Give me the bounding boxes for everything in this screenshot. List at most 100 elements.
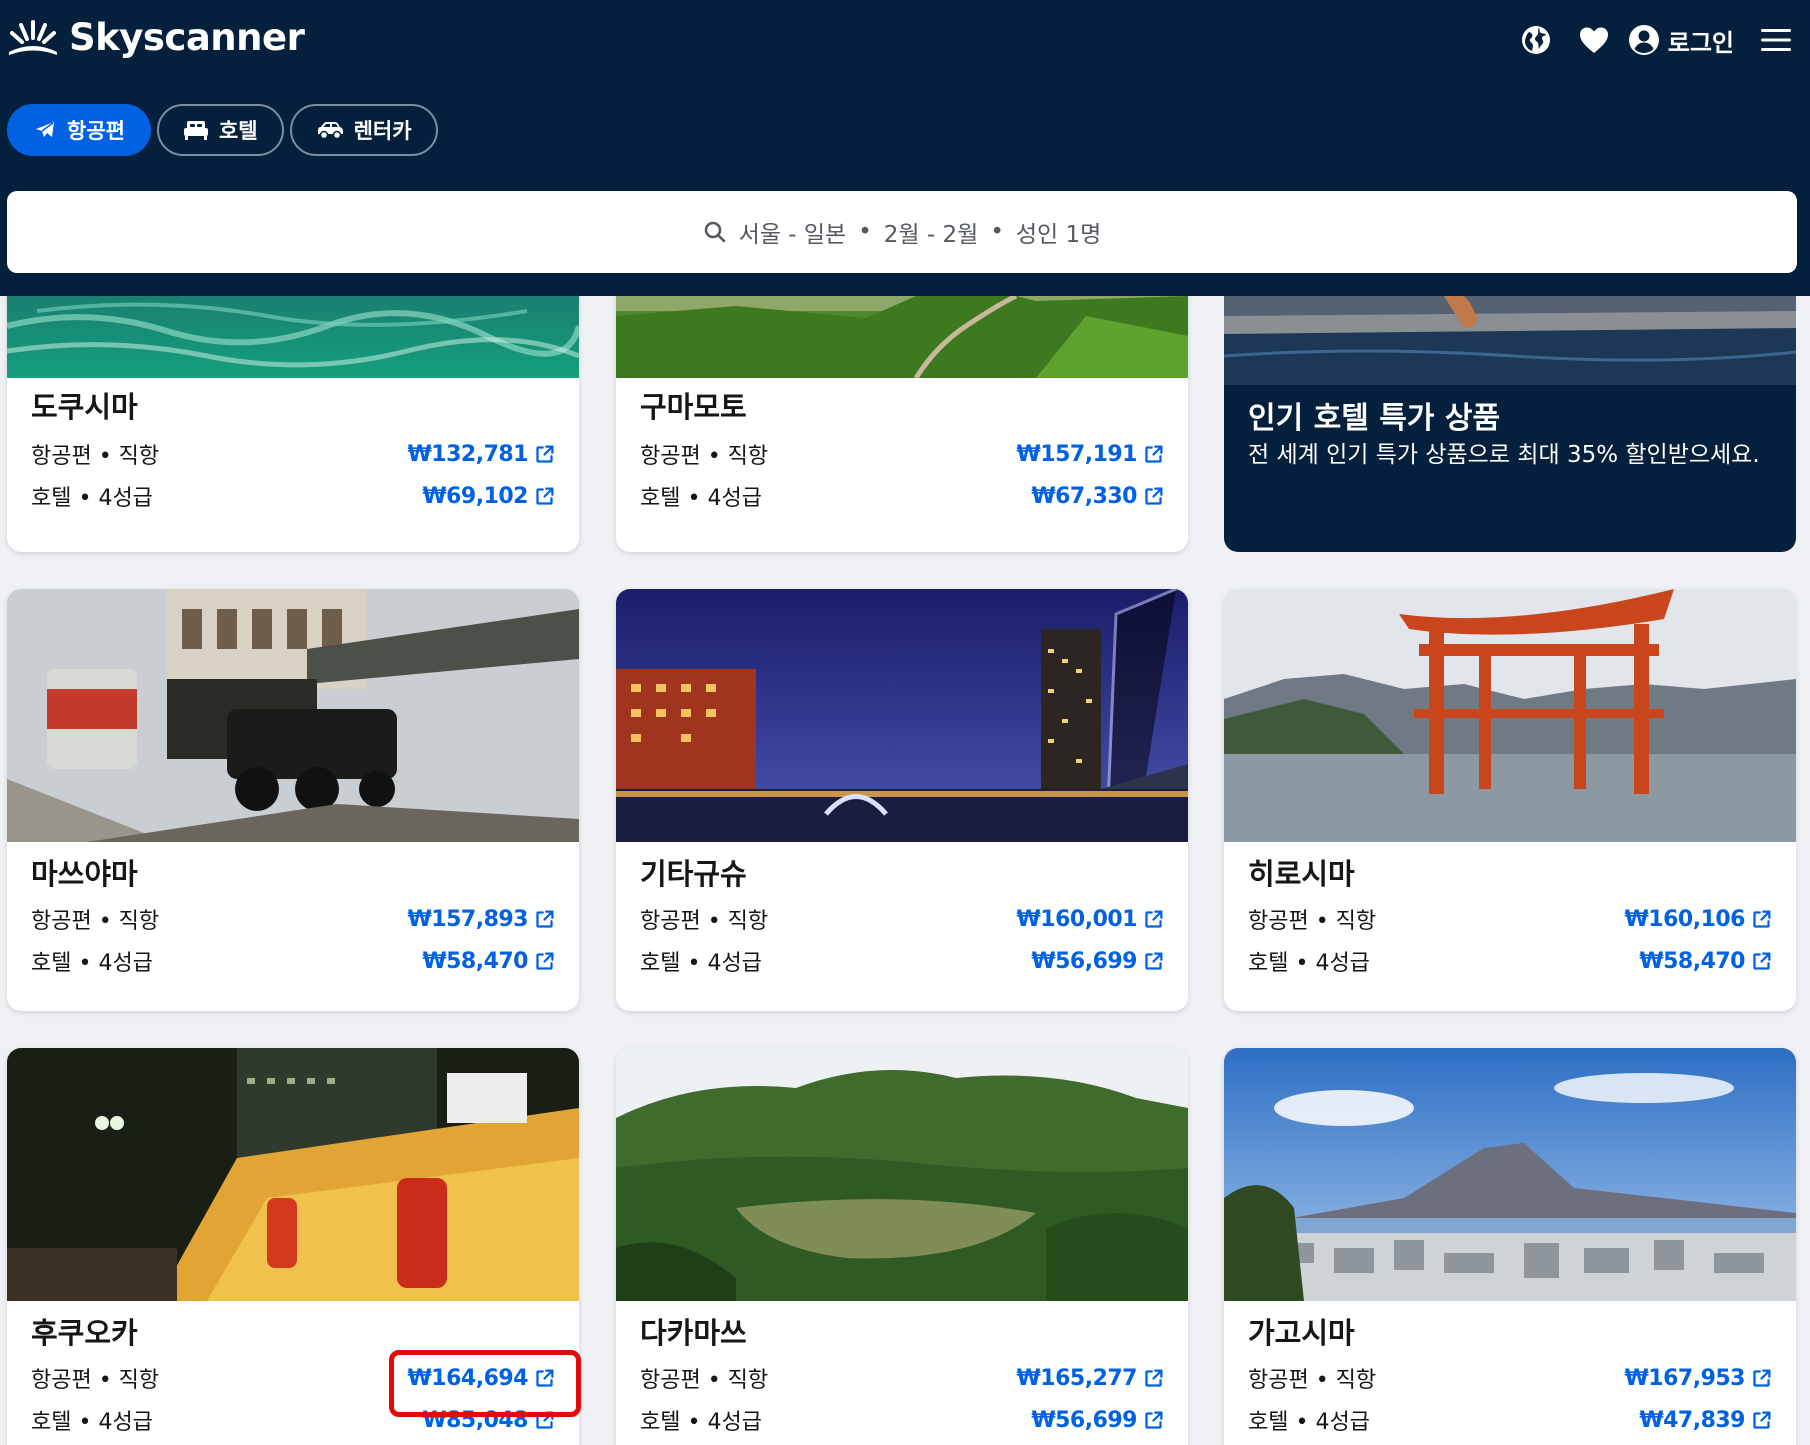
search-travelers: 성인 1명 bbox=[1015, 222, 1102, 248]
external-link-icon bbox=[1751, 951, 1772, 972]
hotel-price-link[interactable]: ₩67,330 bbox=[1031, 484, 1164, 509]
hotel-label: 호텔 • 4성급 bbox=[640, 951, 762, 976]
favorites-button[interactable] bbox=[1572, 18, 1616, 62]
hotel-label: 호텔 • 4성급 bbox=[31, 486, 153, 511]
flight-price: ₩164,694 bbox=[407, 1365, 529, 1391]
hotel-label: 호텔 • 4성급 bbox=[1248, 1410, 1370, 1435]
flight-row: 항공편 • 직항 ₩132,781 bbox=[31, 433, 555, 475]
flight-price-link[interactable]: ₩132,781 bbox=[408, 442, 555, 467]
hotel-price: ₩47,839 bbox=[1639, 1407, 1745, 1433]
region-button[interactable] bbox=[1514, 18, 1558, 62]
flight-price-link[interactable]: ₩165,277 bbox=[1017, 1366, 1164, 1391]
hotel-price-link[interactable]: ₩58,470 bbox=[422, 949, 555, 974]
hotel-price: ₩58,470 bbox=[422, 948, 528, 974]
hotel-row: 호텔 • 4성급 ₩56,699 bbox=[640, 940, 1164, 982]
external-link-icon bbox=[1751, 1368, 1772, 1389]
promo-title: 인기 호텔 특가 상품 bbox=[1248, 401, 1501, 436]
plane-icon bbox=[36, 122, 54, 137]
external-link-icon bbox=[1751, 909, 1772, 930]
flight-row: 항공편 • 직항 ₩160,106 bbox=[1248, 898, 1772, 940]
account-icon bbox=[1628, 25, 1659, 55]
destination-card-kitakyushu[interactable]: 기타규슈 항공편 • 직항 ₩160,001 호텔 • 4성급 ₩56,699 bbox=[616, 589, 1188, 1011]
hotel-price-link[interactable]: ₩47,839 bbox=[1639, 1408, 1772, 1433]
destination-card-kumamoto[interactable]: 구마모토 항공편 • 직항 ₩157,191 호텔 • 4성급 ₩67,330 bbox=[616, 296, 1188, 552]
hotel-row: 호텔 • 4성급 ₩47,839 bbox=[1248, 1399, 1772, 1441]
card-body: 다카마쓰 항공편 • 직항 ₩165,277 호텔 • 4성급 ₩56,699 bbox=[616, 1313, 1188, 1441]
hotel-price: ₩69,102 bbox=[422, 483, 528, 509]
external-link-icon bbox=[1143, 951, 1164, 972]
flight-price-link[interactable]: ₩160,106 bbox=[1625, 907, 1772, 932]
login-button[interactable]: 로그인 bbox=[1628, 23, 1734, 58]
destination-card-takamatsu[interactable]: 다카마쓰 항공편 • 직항 ₩165,277 호텔 • 4성급 ₩56,699 bbox=[616, 1048, 1188, 1445]
hotel-label: 호텔 • 4성급 bbox=[31, 1410, 153, 1435]
tab-flights-label: 항공편 bbox=[67, 119, 125, 143]
city-name: 기타규슈 bbox=[640, 857, 747, 891]
external-link-icon bbox=[534, 486, 555, 507]
flight-price-link[interactable]: ₩157,893 bbox=[408, 907, 555, 932]
promo-photo-infinity-pool bbox=[1224, 296, 1796, 385]
globe-icon bbox=[1521, 26, 1550, 54]
card-body: 후쿠오카 항공편 • 직항 ₩164,694 호텔 • 4성급 ₩85,048 bbox=[7, 1313, 579, 1441]
search-separator: • bbox=[858, 219, 872, 245]
destination-photo-yatai-street bbox=[7, 1048, 579, 1301]
menu-button[interactable] bbox=[1754, 18, 1798, 62]
flight-price-link[interactable]: ₩164,694 bbox=[408, 1366, 555, 1391]
hotel-row: 호텔 • 4성급 ₩69,102 bbox=[31, 475, 555, 517]
search-dates: 2월 - 2월 bbox=[883, 222, 979, 248]
flight-price: ₩167,953 bbox=[1624, 1365, 1746, 1391]
city-name: 가고시마 bbox=[1248, 1316, 1355, 1350]
destination-photo-green-hills bbox=[616, 296, 1188, 378]
external-link-icon bbox=[1751, 1410, 1772, 1431]
hotel-deals-promo-card[interactable]: 인기 호텔 특가 상품 전 세계 인기 특가 상품으로 최대 35% 할인받으세… bbox=[1224, 296, 1796, 552]
card-body: 가고시마 항공편 • 직항 ₩167,953 호텔 • 4성급 ₩47,839 bbox=[1224, 1313, 1796, 1441]
flight-label: 항공편 • 직항 bbox=[31, 1368, 160, 1393]
card-body: 도쿠시마 항공편 • 직항 ₩132,781 호텔 • 4성급 ₩69,102 bbox=[7, 387, 579, 517]
hotel-row: 호텔 • 4성급 ₩85,048 bbox=[31, 1399, 555, 1441]
tab-car-hire[interactable]: 렌터카 bbox=[289, 104, 438, 156]
hotel-price-link[interactable]: ₩56,699 bbox=[1031, 949, 1164, 974]
flight-label: 항공편 • 직항 bbox=[640, 444, 769, 469]
destination-photo-torii-gate bbox=[1224, 589, 1796, 842]
external-link-icon bbox=[1143, 909, 1164, 930]
flight-price: ₩160,001 bbox=[1016, 906, 1138, 932]
flight-row: 항공편 • 직항 ₩167,953 bbox=[1248, 1357, 1772, 1399]
flight-row: 항공편 • 직항 ₩165,277 bbox=[640, 1357, 1164, 1399]
hotel-price: ₩67,330 bbox=[1031, 483, 1137, 509]
flight-price-link[interactable]: ₩160,001 bbox=[1017, 907, 1164, 932]
heart-icon bbox=[1579, 27, 1608, 53]
external-link-icon bbox=[534, 1368, 555, 1389]
tab-hotels[interactable]: 호텔 bbox=[156, 104, 284, 156]
login-label: 로그인 bbox=[1667, 28, 1734, 57]
destination-card-kagoshima[interactable]: 가고시마 항공편 • 직항 ₩167,953 호텔 • 4성급 ₩47,839 bbox=[1224, 1048, 1796, 1445]
skyscanner-logo[interactable]: Skyscanner bbox=[7, 16, 305, 59]
flight-row: 항공편 • 직항 ₩160,001 bbox=[640, 898, 1164, 940]
destination-card-hiroshima[interactable]: 히로시마 항공편 • 직항 ₩160,106 호텔 • 4성급 ₩58,470 bbox=[1224, 589, 1796, 1011]
hotel-price-link[interactable]: ₩69,102 bbox=[422, 484, 555, 509]
external-link-icon bbox=[1143, 1410, 1164, 1431]
card-body: 히로시마 항공편 • 직항 ₩160,106 호텔 • 4성급 ₩58,470 bbox=[1224, 854, 1796, 982]
search-summary-bar[interactable]: 서울 - 일본 • 2월 - 2월 • 성인 1명 bbox=[7, 191, 1797, 273]
card-body: 기타규슈 항공편 • 직항 ₩160,001 호텔 • 4성급 ₩56,699 bbox=[616, 854, 1188, 982]
flight-price-link[interactable]: ₩167,953 bbox=[1625, 1366, 1772, 1391]
hotel-price-link[interactable]: ₩56,699 bbox=[1031, 1408, 1164, 1433]
destination-card-tokushima[interactable]: 도쿠시마 항공편 • 직항 ₩132,781 호텔 • 4성급 ₩69,102 bbox=[7, 296, 579, 552]
destination-card-matsuyama[interactable]: 마쓰야마 항공편 • 직항 ₩157,893 호텔 • 4성급 ₩58,470 bbox=[7, 589, 579, 1011]
city-name: 도쿠시마 bbox=[31, 390, 138, 424]
hotel-price-link[interactable]: ₩85,048 bbox=[422, 1408, 555, 1433]
flight-price: ₩160,106 bbox=[1624, 906, 1746, 932]
hotel-row: 호텔 • 4성급 ₩58,470 bbox=[31, 940, 555, 982]
search-route: 서울 - 일본 bbox=[738, 222, 847, 248]
city-name: 히로시마 bbox=[1248, 857, 1355, 891]
destination-card-fukuoka[interactable]: 후쿠오카 항공편 • 직항 ₩164,694 호텔 • 4성급 ₩85,048 bbox=[7, 1048, 579, 1445]
flight-label: 항공편 • 직항 bbox=[1248, 909, 1377, 934]
hotel-price-link[interactable]: ₩58,470 bbox=[1639, 949, 1772, 974]
tab-flights[interactable]: 항공편 bbox=[7, 104, 151, 156]
flight-label: 항공편 • 직항 bbox=[640, 909, 769, 934]
promo-description: 전 세계 인기 특가 상품으로 최대 35% 할인받으세요. bbox=[1248, 442, 1760, 468]
external-link-icon bbox=[1143, 1368, 1164, 1389]
flight-price: ₩157,893 bbox=[407, 906, 529, 932]
flight-price-link[interactable]: ₩157,191 bbox=[1017, 442, 1164, 467]
sunrise-logo-icon bbox=[9, 19, 57, 55]
hotel-price: ₩58,470 bbox=[1639, 948, 1745, 974]
hotel-price: ₩85,048 bbox=[422, 1407, 528, 1433]
